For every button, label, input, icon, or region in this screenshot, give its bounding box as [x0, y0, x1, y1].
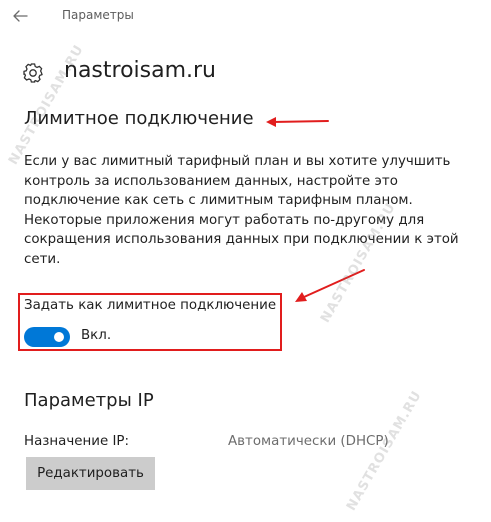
back-button[interactable]	[10, 6, 32, 26]
toggle-knob	[54, 332, 64, 342]
toggle-state-text: Вкл.	[81, 328, 112, 343]
title-bar: Параметры	[0, 0, 491, 32]
annotation-arrow-heading	[266, 117, 329, 127]
window-title: Параметры	[62, 8, 134, 22]
description-line: сети.	[24, 251, 61, 267]
edit-ip-button[interactable]: Редактировать	[26, 457, 155, 490]
ip-assignment-label: Назначение IP:	[24, 434, 129, 449]
metered-connection-toggle[interactable]	[24, 327, 70, 347]
page-title: nastroisam.ru	[64, 58, 217, 83]
description-line: сокращения использования данных при подк…	[24, 232, 459, 248]
watermark: NASTROISAM.RU	[344, 388, 425, 514]
description-line: Если у вас лимитный тарифный план и вы х…	[24, 154, 451, 169]
description-line: контроль за использованием данных, настр…	[24, 173, 398, 189]
arrow-left-icon	[13, 10, 28, 22]
description-line: Некоторые приложения могут работать по-д…	[24, 212, 425, 228]
metered-toggle-label: Задать как лимитное подключение	[24, 298, 277, 313]
metered-description: Если у вас лимитный тарифный план и вы х…	[24, 152, 491, 270]
ip-assignment-value: Автоматически (DHCP)	[228, 434, 389, 449]
metered-connection-heading: Лимитное подключение	[24, 108, 254, 129]
ip-settings-heading: Параметры IP	[24, 390, 154, 411]
description-line: подключение как сеть с лимитным тарифным…	[24, 193, 413, 209]
gear-icon	[23, 63, 43, 83]
annotation-arrow-toggle	[295, 269, 365, 302]
